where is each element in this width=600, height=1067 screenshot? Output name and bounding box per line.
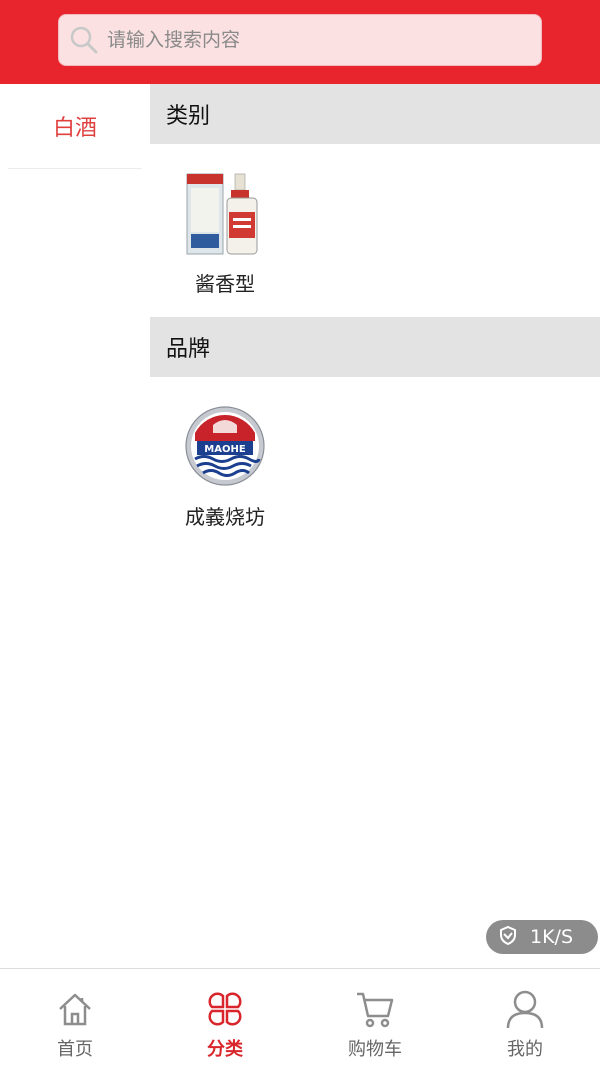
tab-label: 我的 — [507, 1039, 543, 1060]
tab-cart[interactable]: 购物车 — [300, 969, 450, 1067]
section-title: 类别 — [166, 104, 211, 129]
home-icon — [53, 987, 97, 1031]
shield-icon — [498, 925, 518, 950]
category-tile-jiangxiang[interactable]: 酱香型 — [164, 168, 286, 297]
tab-category[interactable]: 分类 — [150, 969, 300, 1067]
section-body-category: 酱香型 — [150, 144, 600, 317]
tab-me[interactable]: 我的 — [450, 969, 600, 1067]
tab-label: 首页 — [57, 1039, 93, 1060]
sidebar-item-label: 白酒 — [52, 116, 97, 141]
section-body-brand: MAOHE 成義烧坊 — [150, 377, 600, 550]
tab-label: 分类 — [207, 1039, 243, 1060]
cart-icon — [353, 987, 397, 1031]
section-header-category: 类别 — [150, 84, 600, 144]
tab-home[interactable]: 首页 — [0, 969, 150, 1067]
category-content: 类别 酱香型 品牌 MAOHE 成義烧坊 — [150, 84, 600, 968]
brand-tile-label: 成義烧坊 — [185, 505, 265, 529]
top-header — [0, 0, 600, 84]
search-bar[interactable] — [58, 14, 542, 66]
search-input[interactable] — [107, 29, 507, 51]
sidebar-item-baijiu[interactable]: 白酒 — [8, 84, 142, 169]
user-icon — [503, 987, 547, 1031]
search-icon — [69, 25, 99, 55]
brand-logo-image: MAOHE — [183, 401, 267, 491]
category-icon — [203, 987, 247, 1031]
brand-tile-chengyi[interactable]: MAOHE 成義烧坊 — [164, 401, 286, 530]
network-speed-label: 1K/S — [530, 926, 574, 948]
tab-label: 购物车 — [348, 1039, 402, 1060]
category-sidebar: 白酒 — [0, 84, 150, 968]
section-title: 品牌 — [166, 337, 211, 362]
bottom-tab-bar: 首页 分类 购物车 我的 — [0, 968, 600, 1067]
category-tile-label: 酱香型 — [195, 272, 255, 296]
network-speed-badge: 1K/S — [486, 920, 598, 954]
baijiu-bottle-image — [183, 168, 267, 258]
svg-text:MAOHE: MAOHE — [204, 444, 246, 455]
section-header-brand: 品牌 — [150, 317, 600, 377]
